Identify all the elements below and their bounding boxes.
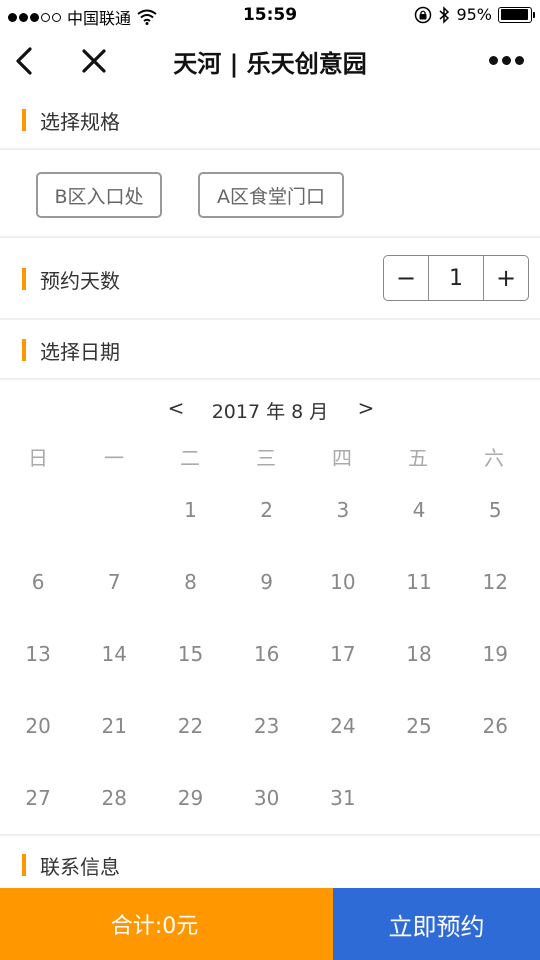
decrement-button[interactable]: − [384,256,428,300]
accent-bar [22,268,26,290]
weekday-label: 四 [332,446,352,470]
calendar-day[interactable]: 11 [381,568,457,640]
spec-option-b-entrance[interactable]: B区入口处 [36,172,162,218]
calendar-day[interactable]: 5 [457,496,533,568]
battery-fill [500,9,529,20]
weekday-label: 二 [180,446,200,470]
calendar-day[interactable]: 21 [76,712,152,784]
spec-option-a-canteen[interactable]: A区食堂门口 [198,172,344,218]
calendar-month-label: 2017 年 8 月 [211,401,329,423]
calendar-day[interactable]: 24 [305,712,381,784]
spec-options: B区入口处 A区食堂门口 [0,152,540,238]
calendar-day[interactable]: 18 [381,640,457,712]
calendar-day[interactable]: 8 [152,568,228,640]
calendar: < 2017 年 8 月 > 日 一 二 三 四 五 六 1 2 3 4 5 6… [0,382,540,836]
calendar-day[interactable]: 14 [76,640,152,712]
calendar-day[interactable]: 16 [229,640,305,712]
calendar-day[interactable]: 17 [305,640,381,712]
calendar-day[interactable]: 20 [0,712,76,784]
status-right: 95% [414,5,535,24]
calendar-day[interactable]: 3 [305,496,381,568]
calendar-header: < 2017 年 8 月 > [0,396,540,426]
days-value[interactable]: 1 [428,256,484,300]
spec-section-label: 选择规格 [40,110,120,134]
calendar-day[interactable]: 22 [152,712,228,784]
weekday-label: 一 [104,446,124,470]
prev-month-button[interactable]: < [166,396,186,420]
increment-button[interactable]: + [484,256,528,300]
battery-percent: 95% [456,5,492,24]
calendar-day[interactable]: 25 [381,712,457,784]
battery-icon [498,6,535,23]
calendar-day[interactable]: 13 [0,640,76,712]
accent-bar [22,109,26,131]
spec-section-header: 选择规格 [0,90,540,150]
calendar-day[interactable]: 23 [229,712,305,784]
calendar-day-empty [76,496,152,568]
weekday-label: 五 [408,446,428,470]
page-title: 天河 | 乐天创意园 [173,50,367,78]
calendar-day[interactable]: 2 [229,496,305,568]
calendar-day[interactable]: 12 [457,568,533,640]
calendar-day[interactable]: 6 [0,568,76,640]
weekday-label: 日 [28,446,48,470]
calendar-day[interactable]: 1 [152,496,228,568]
calendar-day[interactable]: 9 [229,568,305,640]
weekday-label: 六 [484,446,504,470]
contact-section-header: 联系信息 [0,836,540,888]
date-section-header: 选择日期 [0,320,540,380]
days-section-label: 预约天数 [40,269,120,293]
next-month-button[interactable]: > [356,396,376,420]
bottom-bar: 合计:0元 立即预约 [0,888,540,960]
days-stepper: − 1 + [383,255,529,301]
book-now-button[interactable]: 立即预约 [333,888,540,960]
calendar-day[interactable]: 19 [457,640,533,712]
orientation-lock-icon [415,6,432,23]
calendar-weekdays: 日 一 二 三 四 五 六 [0,442,540,471]
status-bar: 中国联通 15:59 95% [0,0,540,32]
calendar-day[interactable]: 15 [152,640,228,712]
bluetooth-icon [439,5,450,24]
date-section-label: 选择日期 [40,340,120,364]
calendar-day[interactable]: 4 [381,496,457,568]
calendar-day[interactable]: 10 [305,568,381,640]
more-icon[interactable] [489,56,524,65]
nav-bar: 天河 | 乐天创意园 [0,32,540,90]
days-section: 预约天数 − 1 + [0,238,540,320]
calendar-grid: 1 2 3 4 5 6 7 8 9 10 11 12 13 14 15 16 1… [0,496,540,856]
accent-bar [22,339,26,361]
calendar-day[interactable]: 26 [457,712,533,784]
weekday-label: 三 [256,446,276,470]
calendar-day-empty [0,496,76,568]
total-price: 合计:0元 [0,888,333,960]
contact-section-label: 联系信息 [40,855,120,879]
accent-bar [22,854,26,876]
calendar-day[interactable]: 7 [76,568,152,640]
